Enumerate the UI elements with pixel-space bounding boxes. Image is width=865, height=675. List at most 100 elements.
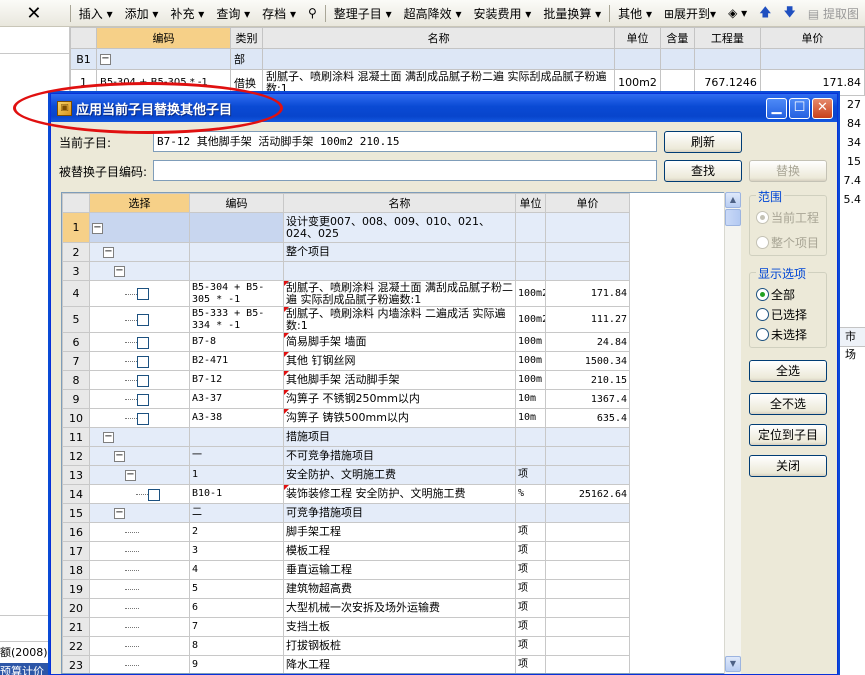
table-row[interactable]: 4 B5-304 + B5-305 * -1 刮腻子、喷刷涂料 混凝土面 满刮成品腻…	[62, 280, 630, 307]
maximize-button[interactable]: ☐	[789, 97, 810, 119]
cell-name[interactable]: 脚手架工程	[283, 522, 516, 542]
cell-name[interactable]: 刮腻子、喷刷涂料 混凝土面 满刮成品腻子粉二遍 实际刮成品腻子粉遍数:1	[283, 280, 516, 307]
cell-name[interactable]: 刮腻子、喷刷涂料 内墙涂料 二遍成活 实际遍数:1	[283, 306, 516, 333]
current-subitem-field[interactable]: B7-12 其他脚手架 活动脚手架 100m2 210.15	[153, 131, 657, 152]
header-select[interactable]: 选择	[89, 193, 190, 213]
dialog-titlebar[interactable]: ▣ 应用当前子目替换其他子目 ▁ ☐ ✕	[51, 94, 837, 122]
cell-name[interactable]: 不可竞争措施项目	[283, 446, 516, 466]
cell-code[interactable]: 9	[189, 655, 284, 673]
select-cell[interactable]: −	[89, 261, 190, 281]
toolbar-query[interactable]: 查询 ▾	[210, 5, 256, 22]
table-row[interactable]: 9 A3-37 沟箅子 不锈钢250mm以内 10m 1367.4	[62, 389, 630, 409]
select-cell[interactable]: −	[89, 446, 190, 466]
left-pane-item-selected[interactable]: 预算计价	[0, 663, 52, 675]
cell-name[interactable]: 刮腻子、喷刷涂料 混凝土面 满刮成品腻子粉二遍 实际刮成品腻子粉遍数:1	[262, 69, 616, 96]
collapse-icon[interactable]: −	[103, 247, 114, 258]
deselect-all-button[interactable]: 全不选	[749, 393, 827, 415]
header-content[interactable]: 含量	[659, 27, 695, 49]
header-price[interactable]: 单价	[545, 193, 630, 213]
cell-name[interactable]: 设计变更007、008、009、010、021、024、025	[283, 212, 516, 243]
toolbar-install-fee[interactable]: 安装费用 ▾	[467, 5, 537, 22]
header-name[interactable]: 名称	[262, 27, 616, 49]
market-column-header[interactable]: 市场	[839, 327, 865, 361]
table-row[interactable]: 5 B5-333 + B5-334 * -1 刮腻子、喷刷涂料 内墙涂料 二遍成活 …	[62, 306, 630, 333]
table-row[interactable]: 13 − 1 安全防护、文明施工费项	[62, 465, 630, 485]
select-all-button[interactable]: 全选	[749, 360, 827, 382]
select-checkbox[interactable]	[137, 355, 149, 368]
cell-name[interactable]: 简易脚手架 墙面	[283, 332, 516, 352]
collapse-icon[interactable]: −	[100, 54, 111, 65]
cell-code[interactable]: B7-12	[189, 370, 284, 390]
cell-code[interactable]: B5-333 + B5-334 * -1	[189, 306, 284, 333]
toolbar-insert[interactable]: 插入 ▾	[73, 5, 119, 22]
cell-name[interactable]: 安全防护、文明施工费	[283, 465, 516, 485]
cell-name[interactable]: 打拔钢板桩	[283, 636, 516, 656]
cell-code[interactable]: B7-8	[189, 332, 284, 352]
collapse-icon[interactable]: −	[125, 470, 136, 481]
header-price[interactable]: 单价	[759, 27, 865, 49]
header-quantity[interactable]: 工程量	[693, 27, 761, 49]
select-checkbox[interactable]	[137, 393, 149, 406]
cell-code[interactable]: 6	[189, 598, 284, 618]
cell-code[interactable]	[189, 427, 284, 447]
binoculars-icon[interactable]: ⚲	[302, 6, 323, 20]
table-row[interactable]: 2 − 整个项目	[62, 242, 630, 262]
cell-price[interactable]: 171.84	[759, 69, 865, 96]
select-cell[interactable]: −	[89, 212, 190, 243]
table-row[interactable]: 16 2 脚手架工程项	[62, 522, 630, 542]
cell-code[interactable]: 4	[189, 560, 284, 580]
table-row[interactable]: 17 3 模板工程项	[62, 541, 630, 561]
grid-vertical-scrollbar[interactable]: ▲ ▼	[724, 192, 741, 674]
cell-name[interactable]: 可竞争措施项目	[283, 503, 516, 523]
cell-code[interactable]: 8	[189, 636, 284, 656]
cell-code[interactable]: 二	[189, 503, 284, 523]
tree-toggle[interactable]: −	[95, 48, 232, 70]
cell-code[interactable]: B5-304 + B5-305 * -1	[189, 280, 284, 307]
cell-name[interactable]: 整个项目	[283, 242, 516, 262]
scope-current-project-radio[interactable]: 当前工程	[756, 209, 819, 226]
table-row[interactable]: B1 − 部	[70, 48, 865, 70]
cell-name[interactable]: 垂直运输工程	[283, 560, 516, 580]
cell-code[interactable]	[189, 261, 284, 281]
scroll-thumb[interactable]	[725, 209, 741, 226]
table-row[interactable]: 23 9 降水工程项	[62, 655, 630, 673]
select-cell[interactable]	[89, 351, 190, 371]
toolbar-supplement[interactable]: 补充 ▾	[164, 5, 210, 22]
table-row[interactable]: 1− 设计变更007、008、009、010、021、024、025	[62, 212, 630, 243]
toolbar-height-reduction[interactable]: 超高降效 ▾	[398, 5, 468, 22]
select-checkbox[interactable]	[137, 374, 149, 387]
find-button[interactable]: 查找	[664, 160, 742, 182]
table-row[interactable]: 19 5 建筑物超高费项	[62, 579, 630, 599]
cell-name[interactable]: 措施项目	[283, 427, 516, 447]
cell-name[interactable]: 装饰装修工程 安全防护、文明施工费	[283, 484, 516, 504]
collapse-icon[interactable]: −	[92, 222, 103, 234]
toolbar-batch-convert[interactable]: 批量换算 ▾	[537, 5, 607, 22]
locate-subitem-button[interactable]: 定位到子目	[749, 424, 827, 446]
table-row[interactable]: 14 B10-1 装饰装修工程 安全防护、文明施工费% 25162.64	[62, 484, 630, 504]
header-unit[interactable]: 单位	[515, 193, 546, 213]
select-cell[interactable]	[89, 560, 190, 580]
table-row[interactable]: 3−	[62, 261, 630, 281]
cell-code[interactable]: 一	[189, 446, 284, 466]
cell-code[interactable]: B5-304 + B5-305 * -1	[95, 69, 232, 96]
header-name[interactable]: 名称	[283, 193, 516, 213]
header-type[interactable]: 类别	[230, 27, 264, 49]
replaced-code-input[interactable]	[153, 160, 657, 181]
select-cell[interactable]	[89, 332, 190, 352]
cell-name[interactable]: 其他 钉钢丝网	[283, 351, 516, 371]
cell-name[interactable]: 沟箅子 不锈钢250mm以内	[283, 389, 516, 409]
cell-code[interactable]: A3-38	[189, 408, 284, 428]
window-close-button[interactable]: ✕	[812, 97, 833, 119]
toolbar-extract[interactable]: ▤ 提取图	[802, 5, 865, 22]
minimize-button[interactable]: ▁	[766, 97, 787, 119]
cell-code[interactable]: A3-37	[189, 389, 284, 409]
scope-whole-project-radio[interactable]: 整个项目	[756, 234, 819, 251]
header-code[interactable]: 编码	[189, 193, 284, 213]
select-cell[interactable]	[89, 579, 190, 599]
toolbar-other[interactable]: 其他 ▾	[612, 5, 658, 22]
select-cell[interactable]: −	[89, 242, 190, 262]
table-row[interactable]: 10 A3-38 沟箅子 铸铁500mm以内 10m 635.4	[62, 408, 630, 428]
collapse-icon[interactable]: −	[114, 508, 125, 519]
arrow-up-icon[interactable]: 🡅	[753, 3, 777, 24]
paint-icon[interactable]: ◈ ▾	[722, 6, 753, 20]
